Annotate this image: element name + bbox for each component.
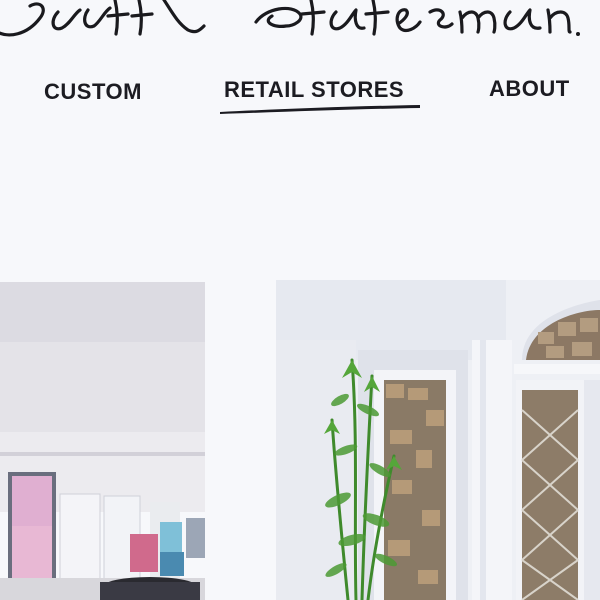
storefront-image (276, 280, 600, 600)
store-photo-storefront[interactable] (276, 280, 600, 600)
main-nav: CUSTOM RETAIL STORES ABOUT (0, 75, 600, 125)
gallery-interior-image (0, 282, 205, 600)
brand-logo-script (0, 0, 580, 37)
nav-item-about[interactable]: ABOUT (489, 76, 570, 102)
nav-item-retail-stores[interactable]: RETAIL STORES (224, 77, 404, 103)
brand-logo[interactable] (0, 0, 600, 50)
active-nav-underline (220, 105, 420, 114)
store-photo-gallery[interactable] (0, 282, 205, 600)
nav-item-custom[interactable]: CUSTOM (44, 79, 142, 105)
